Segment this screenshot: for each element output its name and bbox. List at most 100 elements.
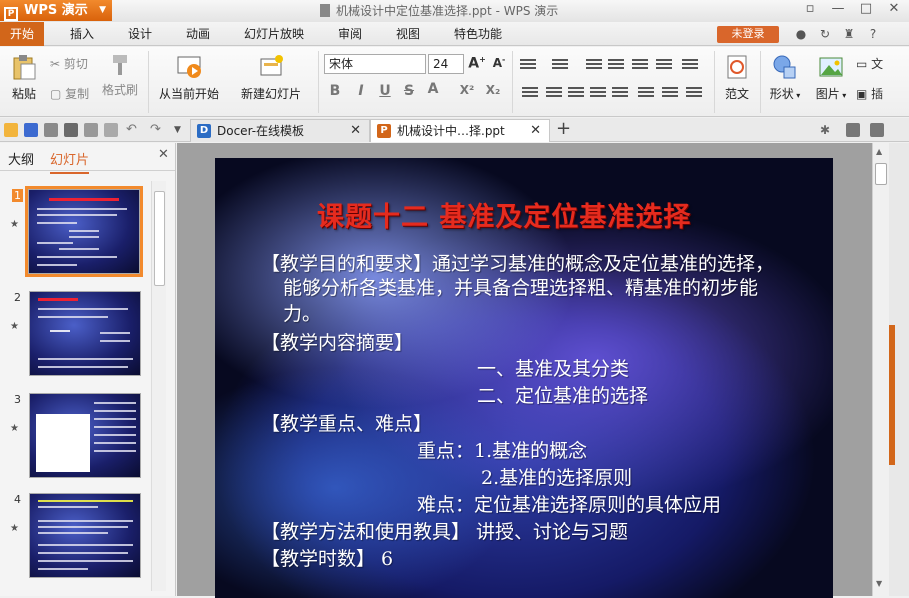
slide-text-line[interactable]: 【教学方法和使用教具】 讲授、讨论与习题 (261, 520, 628, 544)
from-current-button[interactable]: 从当前开始 (154, 53, 224, 102)
tab-animation[interactable]: 动画 (182, 22, 214, 46)
scroll-down-icon[interactable]: ▼ (876, 579, 882, 588)
slide[interactable]: 课题十二 基准及定位基准选择 【教学目的和要求】通过学习基准的概念及定位基准的选… (215, 158, 833, 598)
slide-text-line[interactable]: 力。 (283, 302, 321, 326)
align-text-icon[interactable] (682, 59, 698, 73)
restore-icon[interactable] (846, 123, 860, 137)
spellcheck-icon[interactable] (104, 123, 118, 137)
slide-thumbnail[interactable] (25, 186, 143, 277)
picture-button[interactable]: 图片 ▾ (810, 53, 852, 102)
tab-features[interactable]: 特色功能 (450, 22, 506, 46)
slide-thumb-row[interactable]: 4 ★ (0, 493, 170, 588)
paste-button[interactable]: 粘贴 (4, 53, 44, 102)
doc-tab-ppt[interactable]: P 机械设计中…择.ppt ✕ (370, 119, 550, 142)
tab-outline[interactable]: 大纲 (8, 149, 34, 168)
export-icon[interactable] (44, 123, 58, 137)
slide-text-line[interactable]: 【教学目的和要求】通过学习基准的概念及定位基准的选择， (261, 252, 774, 276)
open-icon[interactable] (4, 123, 18, 137)
maximize-button[interactable]: □ (854, 0, 878, 20)
close-icon[interactable]: ✕ (350, 120, 361, 142)
help-button[interactable]: ? (866, 27, 880, 41)
scroll-thumb[interactable] (154, 191, 165, 286)
close-icon[interactable]: ✕ (530, 120, 541, 142)
italic-button[interactable]: I (352, 83, 370, 99)
save-icon[interactable] (24, 123, 38, 137)
superscript-button[interactable]: X² (458, 83, 476, 97)
tab-slideshow[interactable]: 幻灯片放映 (240, 22, 308, 46)
align-right-icon[interactable] (568, 87, 584, 101)
close-icon[interactable]: ✕ (158, 147, 169, 162)
cut-button[interactable]: ✂ 剪切 (50, 55, 88, 72)
insert-more-button[interactable]: ▣ 插 (856, 85, 883, 102)
undo-icon[interactable]: ↶ (126, 123, 140, 137)
tab-design[interactable]: 设计 (124, 22, 156, 46)
thumbnail-scrollbar[interactable] (151, 181, 166, 591)
skin-icon[interactable]: ▫ (798, 0, 822, 20)
format-painter-button[interactable]: 格式刷 (98, 53, 142, 98)
chevron-down-icon[interactable]: ▼ (174, 123, 188, 137)
print-icon[interactable] (64, 123, 78, 137)
slide-text-line[interactable]: 难点：定位基准选择原则的具体应用 (417, 493, 721, 517)
pane-toggle[interactable] (889, 325, 895, 465)
scroll-up-icon[interactable]: ▲ (876, 147, 882, 156)
font-shrink-icon[interactable]: A- (490, 55, 508, 70)
bullet-list-icon[interactable] (520, 59, 536, 73)
font-name-select[interactable]: 宋体 (324, 54, 426, 74)
redo-icon[interactable]: ↷ (150, 123, 164, 137)
font-color-button[interactable]: A (424, 81, 442, 97)
distribute-icon[interactable] (612, 87, 628, 101)
slide-text-line[interactable]: 2.基准的选择原则 (481, 466, 632, 490)
slide-text-line[interactable]: 能够分析各类基准，并具备合理选择粗、精基准的初步能 (283, 276, 758, 300)
numbered-list-icon[interactable] (552, 59, 568, 73)
slide-thumbnail[interactable] (29, 493, 141, 578)
underline-button[interactable]: U (376, 83, 394, 99)
print-preview-icon[interactable] (84, 123, 98, 137)
canvas-scrollbar[interactable]: ▲ ▼ (872, 143, 889, 596)
close-button[interactable]: ✕ (882, 0, 906, 20)
slide-title[interactable]: 课题十二 基准及定位基准选择 (317, 204, 691, 231)
sync-icon[interactable]: ↻ (818, 27, 832, 41)
slide-text-line[interactable]: 一、基准及其分类 (477, 357, 629, 381)
slide-text-line[interactable]: 重点：1.基准的概念 (417, 439, 587, 463)
slide-text-line[interactable]: 【教学重点、难点】 (261, 412, 432, 436)
tab-insert[interactable]: 插入 (66, 22, 98, 46)
scroll-thumb[interactable] (875, 163, 887, 185)
text-direction-icon[interactable] (656, 59, 672, 73)
align-left-icon[interactable] (522, 87, 538, 101)
panel-close-icon[interactable] (870, 123, 884, 137)
bold-button[interactable]: B (326, 83, 344, 99)
slide-thumb-row[interactable]: 2 ★ (0, 291, 170, 386)
tab-view[interactable]: 视图 (392, 22, 424, 46)
font-grow-icon[interactable]: A+ (468, 55, 486, 72)
shape-button[interactable]: 形状 ▾ (764, 53, 806, 102)
slide-thumb-row[interactable]: 3 ★ (0, 393, 170, 488)
new-slide-button[interactable]: 新建幻灯片 (234, 53, 308, 102)
new-tab-button[interactable]: + (556, 120, 571, 138)
shirt-icon[interactable]: ♜ (842, 27, 856, 41)
slide-text-line[interactable]: 【教学时数】 6 (261, 547, 393, 571)
line-spacing-icon[interactable] (638, 87, 654, 101)
slide-text-line[interactable]: 二、定位基准的选择 (477, 384, 648, 408)
subscript-button[interactable]: X₂ (484, 83, 502, 97)
slide-thumbnail[interactable] (29, 393, 141, 478)
indent-decrease-icon[interactable] (586, 59, 602, 73)
tab-home[interactable]: 开始 (0, 22, 45, 46)
slide-thumb-row[interactable]: 1 ★ (0, 186, 170, 284)
indent-increase-icon[interactable] (608, 59, 624, 73)
justify-icon[interactable] (590, 87, 606, 101)
doc-tab-docer[interactable]: D Docer-在线模板 ✕ (190, 119, 370, 142)
strikethrough-button[interactable]: S (400, 83, 418, 99)
app-menu-button[interactable]: P WPS 演示 ▼ (0, 0, 112, 21)
copy-button[interactable]: ▢ 复制 (50, 85, 89, 102)
minimize-button[interactable]: — (826, 0, 850, 20)
font-size-select[interactable]: 24 (428, 54, 464, 74)
login-button[interactable]: 未登录 (717, 26, 779, 43)
vertical-align-icon[interactable] (686, 87, 702, 101)
template-button[interactable]: 范文 (720, 53, 754, 102)
paragraph-spacing-icon[interactable] (662, 87, 678, 101)
tab-review[interactable]: 审阅 (334, 22, 366, 46)
tab-slides[interactable]: 幻灯片 (50, 149, 90, 174)
pin-icon[interactable]: ✱ (820, 123, 834, 137)
columns-icon[interactable] (632, 59, 648, 73)
slide-text-line[interactable]: 【教学内容摘要】 (261, 331, 413, 355)
